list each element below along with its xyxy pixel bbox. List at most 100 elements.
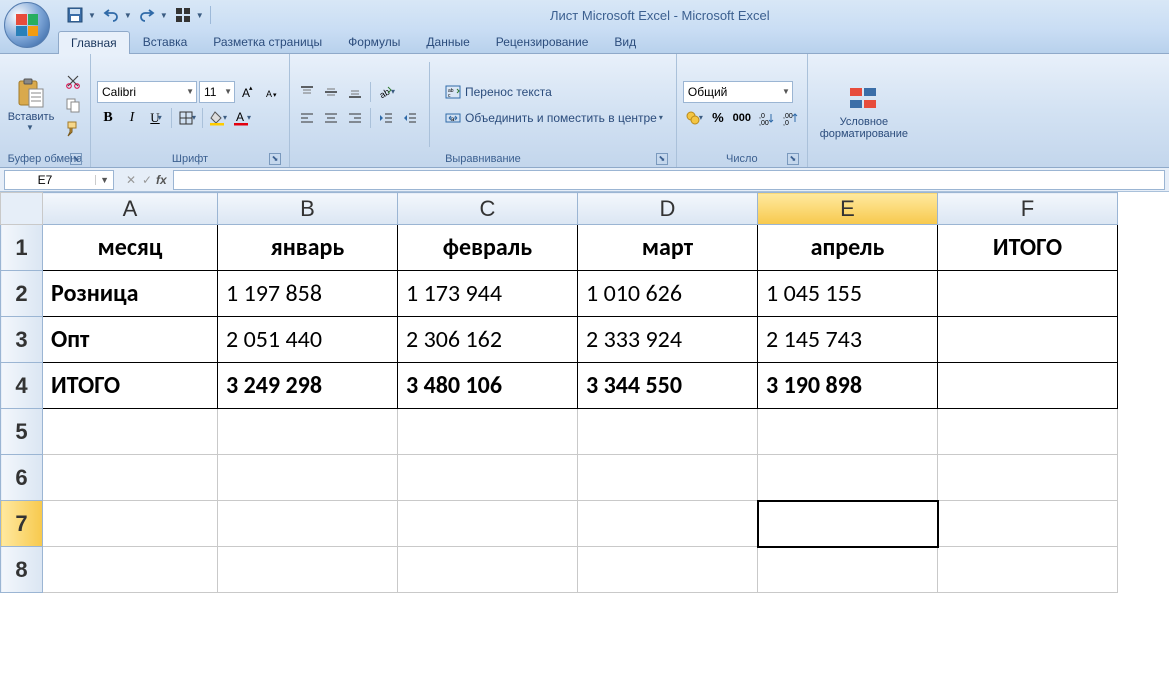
cell-E3[interactable]: 2 145 743: [758, 317, 938, 363]
cell-F5[interactable]: [938, 409, 1118, 455]
decrease-decimal-icon[interactable]: ,00,0: [779, 107, 801, 129]
cell-E6[interactable]: [758, 455, 938, 501]
cell-B1[interactable]: январь: [218, 225, 398, 271]
fill-color-icon[interactable]: ▾: [207, 107, 229, 129]
cell-F7[interactable]: [938, 501, 1118, 547]
cell-C7[interactable]: [398, 501, 578, 547]
borders-icon[interactable]: ▾: [176, 107, 198, 129]
tab-home[interactable]: Главная: [58, 31, 130, 54]
cell-B8[interactable]: [218, 547, 398, 593]
font-color-icon[interactable]: A▾: [231, 107, 253, 129]
select-all-corner[interactable]: [1, 193, 43, 225]
cell-F2[interactable]: [938, 271, 1118, 317]
undo-icon[interactable]: [102, 6, 120, 24]
cell-B5[interactable]: [218, 409, 398, 455]
qat-button[interactable]: [174, 6, 192, 24]
cell-A6[interactable]: [43, 455, 218, 501]
cell-A2[interactable]: Розница: [43, 271, 218, 317]
merge-center-button[interactable]: a Объединить и поместить в центре▾: [438, 107, 670, 129]
increase-decimal-icon[interactable]: ,0,00: [755, 107, 777, 129]
comma-format-icon[interactable]: 000: [731, 107, 753, 129]
col-header-C[interactable]: C: [398, 193, 578, 225]
save-icon[interactable]: [66, 6, 84, 24]
tab-insert[interactable]: Вставка: [130, 30, 201, 53]
orientation-icon[interactable]: ab▾: [375, 81, 397, 103]
tab-view[interactable]: Вид: [601, 30, 649, 53]
font-size-combo[interactable]: 11▼: [199, 81, 235, 103]
cell-C3[interactable]: 2 306 162: [398, 317, 578, 363]
save-dropdown[interactable]: ▼: [88, 11, 96, 20]
cell-D2[interactable]: 1 010 626: [578, 271, 758, 317]
copy-icon[interactable]: [62, 94, 84, 116]
format-painter-icon[interactable]: [62, 118, 84, 140]
cell-A5[interactable]: [43, 409, 218, 455]
col-header-E[interactable]: E: [758, 193, 938, 225]
align-right-icon[interactable]: [344, 107, 366, 129]
tab-review[interactable]: Рецензирование: [483, 30, 602, 53]
name-box-input[interactable]: [5, 173, 85, 187]
row-header-8[interactable]: 8: [1, 547, 43, 593]
row-header-3[interactable]: 3: [1, 317, 43, 363]
office-button[interactable]: [4, 2, 50, 48]
cell-B3[interactable]: 2 051 440: [218, 317, 398, 363]
cell-C4[interactable]: 3 480 106: [398, 363, 578, 409]
tab-page-layout[interactable]: Разметка страницы: [200, 30, 335, 53]
formula-bar[interactable]: [173, 170, 1165, 190]
cell-A4[interactable]: ИТОГО: [43, 363, 218, 409]
align-middle-icon[interactable]: [320, 81, 342, 103]
decrease-indent-icon[interactable]: [375, 107, 397, 129]
row-header-4[interactable]: 4: [1, 363, 43, 409]
paste-button[interactable]: Вставить ▼: [6, 58, 56, 151]
alignment-dialog-launcher[interactable]: ⬊: [656, 153, 668, 165]
cell-F1[interactable]: ИТОГО: [938, 225, 1118, 271]
clipboard-dialog-launcher[interactable]: ⬊: [70, 153, 82, 165]
col-header-D[interactable]: D: [578, 193, 758, 225]
spreadsheet-grid[interactable]: A B C D E F 1 месяц январь февраль март …: [0, 192, 1169, 593]
cut-icon[interactable]: [62, 70, 84, 92]
cell-F6[interactable]: [938, 455, 1118, 501]
cell-B7[interactable]: [218, 501, 398, 547]
cell-B2[interactable]: 1 197 858: [218, 271, 398, 317]
name-box-dropdown[interactable]: ▼: [95, 175, 113, 185]
tab-formulas[interactable]: Формулы: [335, 30, 413, 53]
col-header-F[interactable]: F: [938, 193, 1118, 225]
cell-D4[interactable]: 3 344 550: [578, 363, 758, 409]
shrink-font-icon[interactable]: A▾: [261, 81, 283, 103]
cell-A1[interactable]: месяц: [43, 225, 218, 271]
row-header-2[interactable]: 2: [1, 271, 43, 317]
cell-E2[interactable]: 1 045 155: [758, 271, 938, 317]
undo-dropdown[interactable]: ▼: [124, 11, 132, 20]
tab-data[interactable]: Данные: [413, 30, 482, 53]
conditional-formatting-button[interactable]: Условное форматирование: [814, 58, 914, 163]
cell-A3[interactable]: Опт: [43, 317, 218, 363]
cell-E1[interactable]: апрель: [758, 225, 938, 271]
cell-F8[interactable]: [938, 547, 1118, 593]
align-left-icon[interactable]: [296, 107, 318, 129]
cell-D1[interactable]: март: [578, 225, 758, 271]
wrap-text-button[interactable]: abc Перенос текста: [438, 81, 670, 103]
underline-icon[interactable]: U▾: [145, 107, 167, 129]
accounting-format-icon[interactable]: ▾: [683, 107, 705, 129]
cell-D5[interactable]: [578, 409, 758, 455]
cell-A7[interactable]: [43, 501, 218, 547]
row-header-1[interactable]: 1: [1, 225, 43, 271]
cell-F4[interactable]: [938, 363, 1118, 409]
cell-C1[interactable]: февраль: [398, 225, 578, 271]
cell-C6[interactable]: [398, 455, 578, 501]
number-format-combo[interactable]: Общий▼: [683, 81, 793, 103]
cell-C2[interactable]: 1 173 944: [398, 271, 578, 317]
cell-E8[interactable]: [758, 547, 938, 593]
cell-E7[interactable]: [758, 501, 938, 547]
font-name-combo[interactable]: Calibri▼: [97, 81, 197, 103]
cell-F3[interactable]: [938, 317, 1118, 363]
cell-D7[interactable]: [578, 501, 758, 547]
fx-icon[interactable]: fx: [156, 173, 167, 187]
qat-customize[interactable]: ▼: [196, 11, 204, 20]
cell-B4[interactable]: 3 249 298: [218, 363, 398, 409]
cell-D6[interactable]: [578, 455, 758, 501]
col-header-A[interactable]: A: [43, 193, 218, 225]
redo-dropdown[interactable]: ▼: [160, 11, 168, 20]
number-dialog-launcher[interactable]: ⬊: [787, 153, 799, 165]
font-dialog-launcher[interactable]: ⬊: [269, 153, 281, 165]
cell-E5[interactable]: [758, 409, 938, 455]
